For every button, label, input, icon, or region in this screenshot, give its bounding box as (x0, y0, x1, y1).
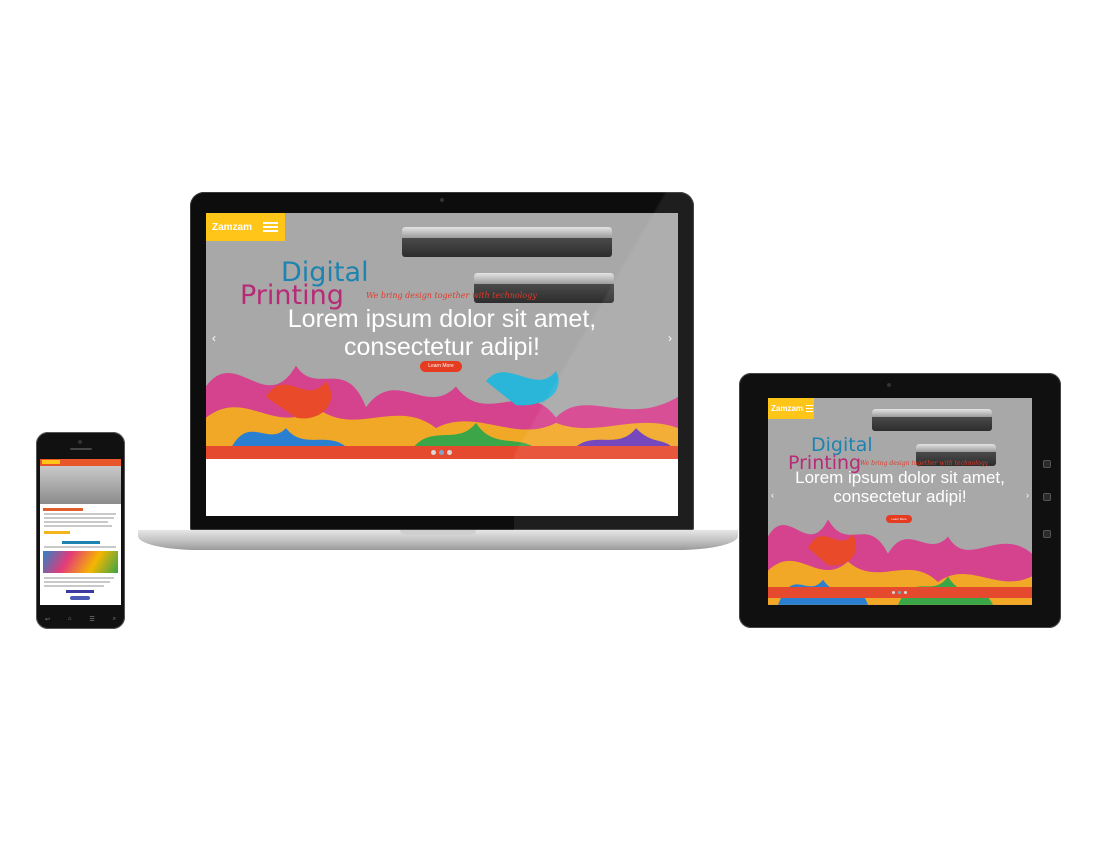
hero-headline: Lorem ipsum dolor sit amet, consectetur … (795, 468, 1005, 506)
text-line (44, 513, 116, 515)
phone-speaker (70, 448, 92, 450)
carousel-dot[interactable] (447, 450, 452, 455)
brand-logo[interactable]: Zamzam (206, 213, 285, 241)
section-heading (62, 541, 100, 544)
carousel-dot[interactable] (898, 591, 901, 594)
hero-tagline: We bring design together with technology (366, 291, 537, 300)
carousel-dot[interactable] (431, 450, 436, 455)
hero-headline: Lorem ipsum dolor sit amet, consectetur … (287, 305, 597, 361)
tablet-side-button (1043, 530, 1051, 538)
hero-tagline: We bring design together with technology (860, 460, 989, 467)
section-heading (43, 508, 83, 511)
text-line (44, 546, 116, 548)
tablet-side-button (1043, 493, 1051, 501)
menu-key-icon[interactable]: ☰ (89, 616, 94, 623)
printer-image (402, 227, 612, 257)
section-heading (66, 590, 94, 593)
text-line (44, 521, 108, 523)
carousel-indicator-bar (206, 446, 678, 459)
learn-more-button[interactable]: Learn More (886, 515, 912, 523)
carousel-prev-icon[interactable]: ‹ (771, 490, 774, 500)
hamburger-menu-icon[interactable] (263, 220, 279, 234)
back-key-icon[interactable]: ↩ (45, 616, 50, 623)
tablet-screen: Zamzam Digital Printing We bring design … (768, 398, 1032, 605)
brand-name: Zamzam (771, 404, 804, 413)
hero-banner: Zamzam Digital Printing We bring design … (768, 398, 1032, 605)
carousel-prev-icon[interactable]: ‹ (212, 331, 216, 345)
home-key-icon[interactable]: ⌂ (68, 616, 72, 623)
phone-device: ↩ ⌂ ☰ ⌕ (36, 432, 125, 629)
phone-screen (40, 459, 121, 605)
learn-more-button[interactable]: Learn More (420, 361, 462, 372)
tablet-side-button (1043, 460, 1051, 468)
phone-nav-keys: ↩ ⌂ ☰ ⌕ (36, 616, 125, 623)
partner-logo (70, 596, 90, 600)
laptop-device: Zamzam Digital Printing We bring design … (190, 192, 694, 530)
camera-icon (78, 440, 82, 444)
carousel-indicator-bar (768, 587, 1032, 598)
text-line (44, 581, 110, 583)
camera-icon (440, 198, 444, 202)
brand-logo[interactable] (42, 460, 60, 464)
brand-logo[interactable]: Zamzam (768, 398, 814, 419)
carousel-next-icon[interactable]: › (668, 331, 672, 345)
camera-icon (887, 383, 891, 387)
text-line (44, 577, 114, 579)
read-more-button[interactable] (44, 531, 70, 534)
tablet-device: Zamzam Digital Printing We bring design … (739, 373, 1061, 628)
printer-image (872, 409, 992, 431)
brand-name: Zamzam (212, 221, 253, 233)
search-key-icon[interactable]: ⌕ (113, 616, 116, 623)
mobile-header (40, 459, 121, 466)
hamburger-menu-icon[interactable] (806, 403, 814, 414)
laptop-screen: Zamzam Digital Printing We bring design … (206, 213, 678, 516)
gallery-image (43, 551, 118, 573)
trackpad-notch (400, 530, 476, 535)
carousel-dot[interactable] (892, 591, 895, 594)
carousel-dot[interactable] (904, 591, 907, 594)
laptop-base (138, 530, 738, 550)
text-line (44, 517, 114, 519)
text-line (44, 525, 112, 527)
hero-banner: Zamzam Digital Printing We bring design … (206, 213, 678, 459)
carousel-next-icon[interactable]: › (1026, 490, 1029, 500)
mobile-banner (40, 466, 121, 504)
text-line (44, 585, 104, 587)
carousel-dot[interactable] (439, 450, 444, 455)
